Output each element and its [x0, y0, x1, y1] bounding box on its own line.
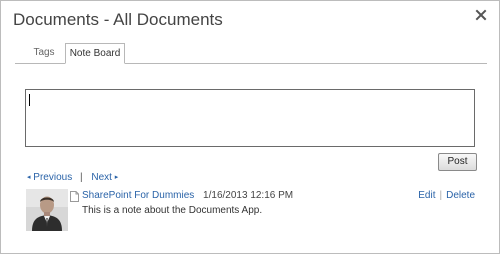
text-caret [29, 94, 30, 106]
dialog-title: Documents - All Documents [13, 10, 223, 29]
dialog: Documents - All Documents Tags Note Boar… [0, 0, 500, 254]
avatar-image [26, 189, 68, 231]
note-author-link[interactable]: SharePoint For Dummies [82, 190, 194, 201]
close-icon[interactable] [475, 9, 487, 21]
next-label: Next [91, 172, 112, 183]
previous-link[interactable]: ◂ Previous [27, 172, 72, 183]
next-link[interactable]: Next ▸ [91, 172, 118, 183]
note-text: This is a note about the Documents App. [82, 205, 263, 216]
tab-note-board[interactable]: Note Board [65, 43, 125, 64]
note-timestamp: 1/16/2013 12:16 PM [203, 190, 294, 201]
tab-strip: Tags Note Board [15, 43, 487, 64]
previous-label: Previous [33, 172, 73, 183]
delete-link[interactable]: Delete [446, 190, 475, 201]
post-button[interactable]: Post [438, 153, 477, 171]
actions-separator: | [439, 190, 443, 201]
pager: ◂ Previous | Next ▸ [27, 172, 118, 183]
chevron-right-icon: ▸ [114, 174, 119, 181]
pager-separator: | [79, 172, 83, 183]
note-header: SharePoint For Dummies 1/16/2013 12:16 P… [82, 190, 293, 201]
note-actions: Edit | Delete [418, 190, 475, 201]
chevron-left-icon: ◂ [27, 174, 31, 181]
edit-link[interactable]: Edit [418, 190, 435, 201]
document-icon [70, 191, 79, 202]
note-input[interactable] [25, 89, 475, 147]
avatar [26, 189, 68, 231]
tab-tags[interactable]: Tags [25, 43, 63, 62]
